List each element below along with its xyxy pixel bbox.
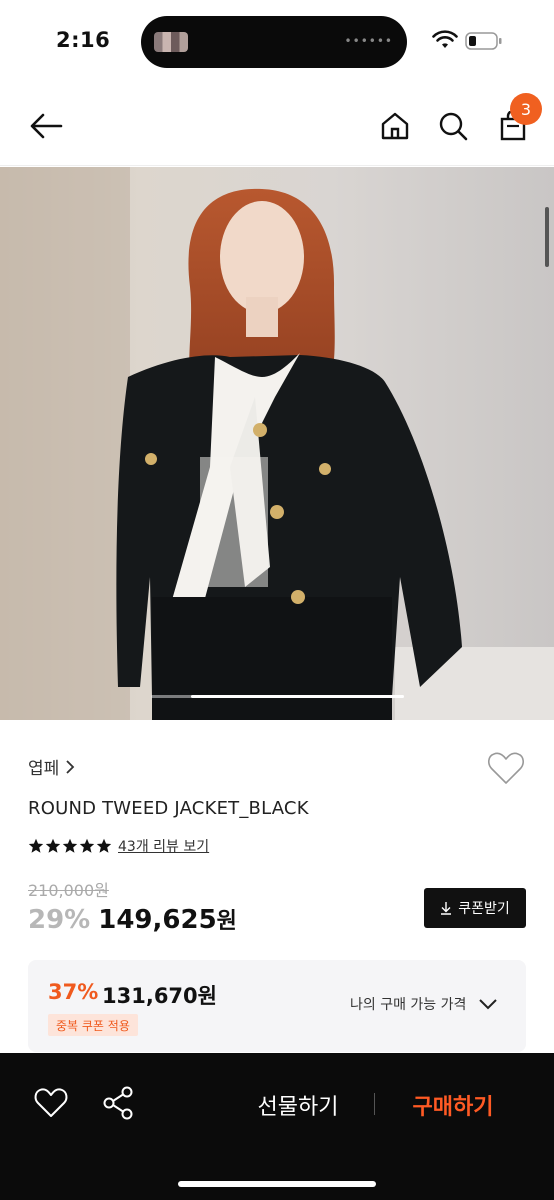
status-bar: 2:16 •••••• [0, 0, 554, 80]
waveform-icon: •••••• [344, 34, 393, 48]
product-image[interactable] [0, 167, 554, 720]
star-icon [96, 838, 112, 853]
search-icon [439, 112, 468, 141]
chevron-down-icon [479, 999, 498, 1010]
coupon-download-button[interactable]: 쿠폰받기 [424, 888, 526, 928]
search-button[interactable] [431, 104, 475, 148]
best-price: 131,670원 [102, 984, 217, 1008]
like-button[interactable] [33, 1085, 69, 1121]
wifi-icon [432, 30, 458, 48]
gift-button[interactable]: 선물하기 [224, 1085, 372, 1125]
rating-row: 43개 리뷰 보기 [28, 836, 209, 856]
my-price-label: 나의 구매 가능 가격 [350, 997, 467, 1013]
buy-button[interactable]: 구매하기 [384, 1085, 522, 1125]
battery-icon [465, 32, 502, 50]
coupon-button-label: 쿠폰받기 [458, 901, 510, 917]
back-arrow-icon [30, 113, 63, 139]
product-title: ROUND TWEED JACKET_BLACK [28, 798, 309, 819]
home-indicator[interactable] [178, 1181, 376, 1187]
original-price: 210,000원 [28, 881, 109, 900]
star-icon [28, 838, 44, 853]
brand-name: 엽페 [28, 759, 60, 779]
divider [374, 1093, 375, 1115]
download-icon [441, 902, 452, 915]
status-time: 2:16 [56, 28, 111, 52]
carousel-progress-fill [191, 695, 404, 698]
back-button[interactable] [24, 104, 68, 148]
sale-price: 149,625 [98, 905, 217, 935]
review-link[interactable]: 43개 리뷰 보기 [118, 836, 209, 856]
top-nav [0, 90, 554, 166]
home-icon [381, 112, 409, 140]
star-icon [45, 838, 61, 853]
cart-count-badge: 3 [510, 93, 542, 125]
chevron-right-icon [66, 759, 75, 774]
heart-icon [488, 752, 524, 784]
best-discount-rate: 37% [48, 980, 99, 1004]
my-price-toggle[interactable]: 나의 구매 가능 가격 [350, 994, 498, 1014]
share-icon [103, 1086, 133, 1120]
model-photo [0, 167, 554, 720]
bottom-action-bar: 선물하기 구매하기 [0, 1053, 554, 1200]
brand-link[interactable]: 엽페 [28, 754, 75, 779]
rating-stars [28, 838, 112, 854]
scrollbar[interactable] [545, 207, 549, 267]
share-button[interactable] [101, 1085, 137, 1121]
home-button[interactable] [373, 104, 417, 148]
carousel-progress [151, 695, 404, 698]
duplicate-coupon-badge: 중복 쿠폰 적용 [48, 1014, 138, 1036]
now-playing-thumbnail [154, 32, 188, 52]
star-icon [79, 838, 95, 853]
best-price-box: 37% 131,670원 중복 쿠폰 적용 나의 구매 가능 가격 [28, 960, 526, 1052]
discount-rate: 29% [28, 905, 91, 935]
wishlist-button[interactable] [486, 748, 526, 788]
star-icon [62, 838, 78, 853]
sale-price-unit: 원 [216, 909, 237, 934]
heart-icon [34, 1088, 68, 1117]
price-row: 29% 149,625 원 [28, 903, 237, 935]
dynamic-island: •••••• [141, 16, 407, 68]
